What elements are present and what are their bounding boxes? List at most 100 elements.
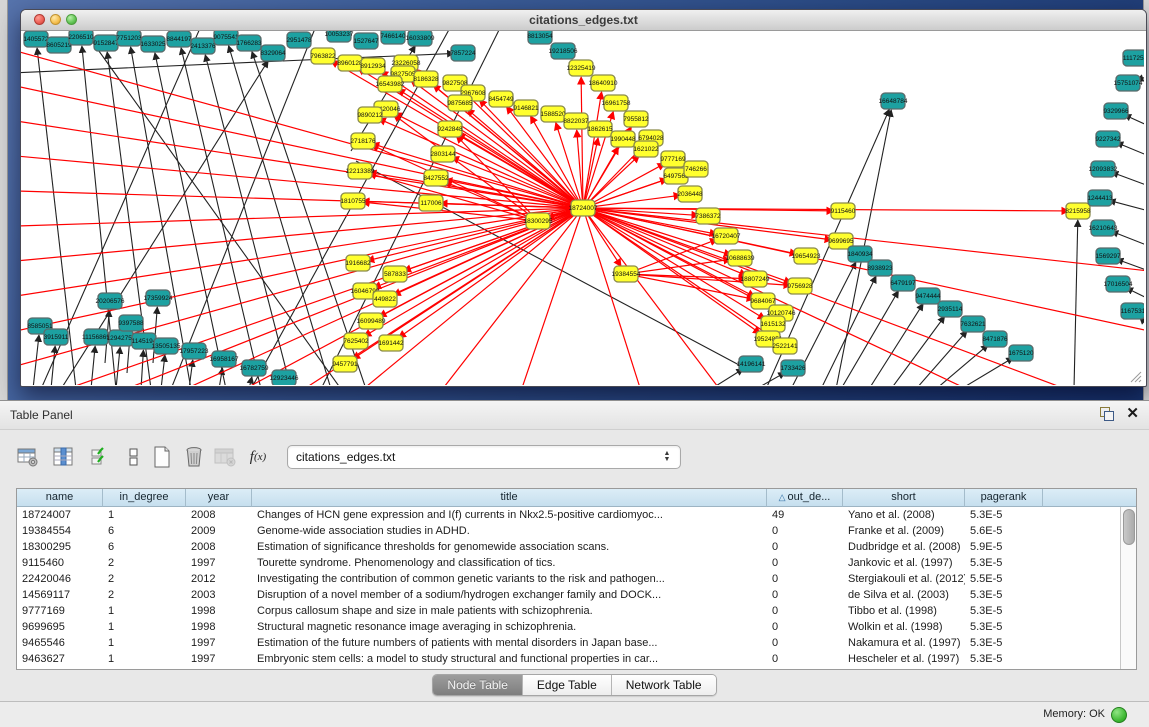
graph-node[interactable]: 9890212: [357, 107, 383, 123]
resize-grip-icon[interactable]: [1128, 369, 1142, 383]
graph-node[interactable]: 16099489: [357, 313, 386, 329]
scrollbar-thumb[interactable]: [1123, 509, 1135, 545]
graph-node[interactable]: 1588520: [540, 106, 566, 122]
graph-node[interactable]: 6479197: [890, 275, 916, 291]
columns-icon[interactable]: [122, 445, 146, 469]
graph-node[interactable]: 8912934: [360, 58, 386, 74]
table-row[interactable]: 911546021997Tourette syndrome. Phenomeno…: [17, 555, 1136, 571]
tab-network-table[interactable]: Network Table: [612, 675, 716, 695]
graph-node[interactable]: 16543982: [376, 76, 405, 92]
graph-node[interactable]: 9075541: [213, 31, 239, 45]
graph-node[interactable]: 1615132: [760, 316, 786, 332]
table-row[interactable]: 1938455462009Genome-wide association stu…: [17, 523, 1136, 539]
graph-node[interactable]: 9457791: [332, 356, 358, 372]
network-window[interactable]: citations_edges.txt 18724007 796382289601…: [20, 9, 1147, 387]
graph-node[interactable]: 10053237: [325, 31, 354, 42]
graph-node[interactable]: 19654923: [792, 248, 821, 264]
graph-node[interactable]: 8454749: [488, 91, 514, 107]
graph-node[interactable]: 1810755: [340, 193, 366, 209]
graph-node[interactable]: 16958167: [210, 351, 239, 367]
vertical-scrollbar[interactable]: [1120, 507, 1136, 669]
tab-edge-table[interactable]: Edge Table: [523, 675, 612, 695]
graph-node[interactable]: 1569297: [1095, 248, 1121, 264]
graph-node[interactable]: 7466140: [380, 31, 406, 44]
graph-node[interactable]: 2718176: [350, 133, 376, 149]
graph-node[interactable]: 1840934: [847, 246, 873, 262]
graph-node[interactable]: 9227342: [1095, 131, 1121, 147]
column-header-in_degree[interactable]: in_degree: [103, 489, 186, 507]
table-row[interactable]: 977716911998Corpus callosum shape and si…: [17, 603, 1136, 619]
graph-node[interactable]: 15751074: [1114, 75, 1143, 91]
graph-node[interactable]: 12093832: [1089, 161, 1118, 177]
table-panel-titlebar[interactable]: Table Panel ✕: [0, 401, 1149, 430]
graph-node[interactable]: 3915911: [44, 329, 69, 345]
graph-node[interactable]: 1766283: [236, 35, 262, 51]
table-row[interactable]: 1872400712008Changes of HCN gene express…: [17, 507, 1136, 523]
graph-node[interactable]: 10688639: [726, 250, 755, 266]
graph-node[interactable]: 1733426: [780, 360, 806, 376]
graph-node[interactable]: 20206576: [96, 293, 125, 309]
graph-node[interactable]: 8471876: [982, 331, 1008, 347]
column-header-out_de[interactable]: △out_de...: [767, 489, 843, 507]
graph-node[interactable]: 117006: [419, 195, 443, 211]
graph-node[interactable]: 746266: [684, 161, 708, 177]
graph-node[interactable]: 14196141: [737, 356, 766, 372]
graph-node[interactable]: 8844197: [166, 31, 192, 47]
table-row[interactable]: 2242004622012Investigating the contribut…: [17, 571, 1136, 587]
graph-node[interactable]: 16033809: [406, 31, 435, 46]
graph-node[interactable]: 9146821: [513, 100, 539, 116]
graph-node[interactable]: 16961758: [602, 95, 631, 111]
graph-node[interactable]: 1244413: [1087, 190, 1113, 206]
table-selector-dropdown[interactable]: citations_edges.txt ▲▼: [287, 445, 681, 469]
graph-node[interactable]: 7751203: [116, 31, 142, 46]
graph-node[interactable]: 8186328: [413, 71, 439, 87]
graph-node[interactable]: 2803144: [430, 146, 456, 162]
graph-node[interactable]: 8813054: [527, 31, 553, 44]
graph-node[interactable]: 8822037: [563, 113, 589, 129]
graph-node[interactable]: 2413376: [190, 38, 216, 54]
graph-node[interactable]: 2522141: [772, 338, 798, 354]
graph-node[interactable]: 7955812: [623, 111, 649, 127]
graph-node[interactable]: 12325419: [567, 60, 596, 76]
network-window-titlebar[interactable]: citations_edges.txt: [21, 10, 1146, 31]
select-column-icon[interactable]: [52, 445, 76, 469]
graph-node[interactable]: 2951478: [286, 32, 312, 48]
graph-node[interactable]: 449822: [373, 291, 397, 307]
table-row[interactable]: 969969511998Structural magnetic resonanc…: [17, 619, 1136, 635]
function-builder-icon[interactable]: f(x): [246, 445, 270, 469]
graph-node[interactable]: 19384554: [612, 266, 641, 282]
graph-node[interactable]: 16210643: [1089, 220, 1118, 236]
graph-node[interactable]: 18807249: [741, 271, 770, 287]
table-row[interactable]: 1830029562008Estimation of significance …: [17, 539, 1136, 555]
graph-node[interactable]: 8960128: [337, 55, 363, 71]
graph-node[interactable]: 17359924: [144, 290, 173, 306]
column-header-short[interactable]: short: [843, 489, 965, 507]
close-panel-icon[interactable]: ✕: [1126, 407, 1139, 421]
graph-node[interactable]: 18724007: [569, 200, 598, 216]
graph-node[interactable]: 16720407: [712, 228, 741, 244]
graph-node[interactable]: 7963822: [310, 48, 336, 64]
graph-node[interactable]: 2036448: [677, 186, 703, 202]
column-header-year[interactable]: year: [186, 489, 252, 507]
graph-node[interactable]: 9875685: [447, 95, 473, 111]
graph-node[interactable]: 1167531: [1121, 303, 1144, 319]
graph-node[interactable]: 12213389: [346, 163, 375, 179]
graph-node[interactable]: 1675120: [1008, 345, 1034, 361]
graph-node[interactable]: 7632621: [960, 316, 986, 332]
graph-node[interactable]: 17957223: [180, 343, 209, 359]
graph-node[interactable]: 2206510: [68, 31, 94, 45]
graph-node[interactable]: 8427552: [423, 170, 449, 186]
graph-node[interactable]: 19218506: [549, 43, 578, 59]
graph-node[interactable]: 12923446: [270, 370, 299, 385]
table-row[interactable]: 946554611997Estimation of the future num…: [17, 635, 1136, 651]
graph-node[interactable]: 8938923: [867, 260, 893, 276]
float-panel-icon[interactable]: [1100, 407, 1114, 421]
graph-node[interactable]: 9474444: [915, 288, 941, 304]
graph-node[interactable]: 9756928: [787, 278, 813, 294]
table-settings-icon[interactable]: [16, 445, 40, 469]
graph-node[interactable]: 9152847: [93, 35, 119, 51]
graph-node[interactable]: 1691442: [378, 335, 404, 351]
graph-node[interactable]: 8329064: [260, 45, 286, 61]
graph-node[interactable]: 16648784: [879, 93, 908, 109]
graph-node[interactable]: 9115460: [831, 203, 856, 219]
